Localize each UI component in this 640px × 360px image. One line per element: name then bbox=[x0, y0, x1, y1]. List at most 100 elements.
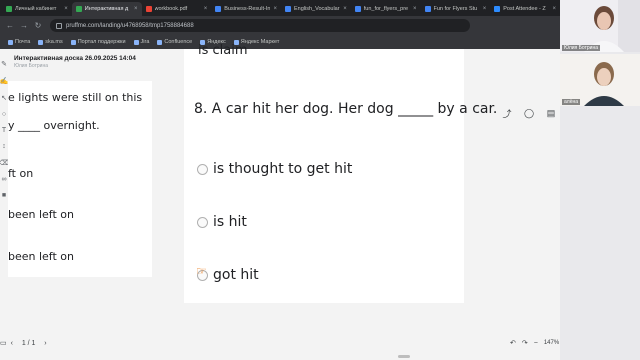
tab-favicon-icon bbox=[494, 6, 501, 12]
tab-label: Интерактивная д bbox=[84, 6, 129, 12]
participant-name: алёна bbox=[562, 99, 581, 105]
bookmark-item[interactable]: Jira bbox=[133, 39, 150, 45]
tab-close-icon[interactable]: × bbox=[413, 6, 417, 12]
link-icon[interactable]: ∞ bbox=[2, 176, 7, 183]
tab-close-icon[interactable]: × bbox=[343, 6, 347, 12]
pointer-off-icon[interactable]: ⤴ bbox=[500, 106, 514, 120]
page-navigator: ▭ ‹ 1 / 1 › bbox=[0, 337, 47, 349]
tab-close-icon[interactable]: × bbox=[134, 6, 138, 12]
bookmark-item[interactable]: Почта bbox=[8, 39, 30, 45]
delete-icon[interactable]: ■ bbox=[2, 192, 6, 199]
participant-name: Юлия Ботрина bbox=[562, 45, 600, 51]
bookmark-label: Confluence bbox=[164, 39, 193, 45]
tab-close-icon[interactable]: × bbox=[483, 6, 487, 12]
forward-icon[interactable]: → bbox=[20, 21, 28, 30]
tab-favicon-icon bbox=[424, 6, 431, 12]
tab-label: Личный кабинет bbox=[15, 6, 57, 12]
bookmark-label: Почта bbox=[15, 39, 31, 45]
tab-label: fun_for_flyers_pre bbox=[363, 6, 409, 12]
panel-line: e lights were still on this bbox=[8, 91, 143, 104]
tab-label: English_Vocabular bbox=[294, 6, 340, 12]
board-owner: Юлия Ботрина bbox=[14, 63, 48, 69]
option-label: is hit bbox=[213, 214, 247, 230]
browser-tab[interactable]: Личный кабинет × bbox=[2, 2, 72, 16]
tab-close-icon[interactable]: × bbox=[204, 6, 208, 12]
answer-option[interactable]: is hit bbox=[197, 214, 247, 230]
shape-icon[interactable]: ○ bbox=[2, 111, 6, 118]
bookmark-favicon-icon bbox=[133, 39, 139, 45]
tab-label: Post Attendee - Z bbox=[503, 6, 546, 12]
answer-option[interactable]: is thought to get hit bbox=[197, 161, 352, 177]
panel-option: been left on bbox=[8, 208, 74, 221]
zoom-out-icon[interactable]: − bbox=[534, 340, 538, 347]
back-icon[interactable]: ← bbox=[6, 21, 14, 30]
participant-video[interactable]: алёна bbox=[560, 54, 640, 106]
tab-label: Fun for Flyers Stu bbox=[433, 6, 478, 12]
left-tool-strip: ✎ ✍ ↖ ○ T ↕ ⌫ ∞ ■ bbox=[0, 60, 9, 315]
panel-line: y ____ overnight. bbox=[8, 119, 100, 132]
radio-button[interactable] bbox=[197, 216, 208, 228]
tab-close-icon[interactable]: × bbox=[64, 6, 68, 12]
tab-favicon-icon bbox=[354, 6, 361, 12]
radio-button[interactable] bbox=[197, 163, 208, 175]
columns-icon[interactable]: ▤ bbox=[544, 106, 558, 120]
browser-tab[interactable]: Интерактивная д × bbox=[71, 2, 142, 16]
headset-icon[interactable]: ◯ bbox=[522, 106, 536, 120]
prev-page-icon[interactable]: ‹ bbox=[11, 340, 13, 347]
site-info-icon[interactable] bbox=[56, 22, 62, 29]
bookmark-item[interactable]: Confluence bbox=[157, 39, 192, 45]
previous-question-panel: e lights were still on this y ____ overn… bbox=[8, 81, 152, 277]
browser-tab[interactable]: Post Attendee - Z × bbox=[490, 2, 560, 16]
cursor-icon[interactable]: ↖ bbox=[1, 94, 7, 102]
bookmark-label: Портал поддержки bbox=[77, 39, 126, 45]
bookmark-item[interactable]: ska.ms bbox=[38, 39, 63, 45]
undo-icon[interactable]: ↶ bbox=[510, 339, 516, 347]
browser-tab[interactable]: fun_for_flyers_pre × bbox=[351, 2, 421, 16]
question-text: 8. A car hit her dog. Her dog _____ by a… bbox=[194, 101, 498, 117]
text-icon[interactable]: T bbox=[2, 127, 6, 134]
board-title: Интерактивная доска 26.09.2025 14:04 bbox=[14, 55, 136, 62]
previous-option-text: is claim bbox=[198, 43, 248, 58]
next-page-icon[interactable]: › bbox=[44, 340, 46, 347]
option-label: is thought to get hit bbox=[213, 161, 353, 177]
question-card: is claim 8. A car hit her dog. Her dog _… bbox=[184, 43, 497, 303]
bookmark-label: ska.ms bbox=[45, 39, 63, 45]
url-text: pruffme.com/landing/u4768958/tmp17588846… bbox=[66, 22, 194, 29]
bookmark-favicon-icon bbox=[8, 39, 13, 45]
url-field[interactable]: pruffme.com/landing/u4768958/tmp17588846… bbox=[50, 19, 470, 32]
reload-icon[interactable]: ↻ bbox=[34, 21, 42, 30]
browser-tab[interactable]: English_Vocabular × bbox=[281, 2, 351, 16]
redo-icon[interactable]: ↷ bbox=[522, 339, 528, 347]
page-indicator: 1 / 1 bbox=[21, 339, 36, 347]
tab-favicon-icon bbox=[215, 6, 222, 12]
address-bar: ← → ↻ pruffme.com/landing/u4768958/tmp17… bbox=[0, 16, 560, 35]
browser-tab[interactable]: Business-Result-In × bbox=[211, 2, 281, 16]
bookmark-label: Jira bbox=[140, 39, 150, 45]
video-panel: Юлия Ботрина алёна bbox=[560, 0, 640, 360]
tab-close-icon[interactable]: × bbox=[273, 6, 277, 12]
tab-label: Business-Result-In bbox=[224, 6, 271, 12]
move-icon[interactable]: ↕ bbox=[2, 143, 6, 150]
zoom-level[interactable]: 147% bbox=[544, 340, 559, 346]
bookmarks-bar: Почта ska.ms Портал поддержки Jira Confluenc… bbox=[0, 35, 560, 49]
browser-tab[interactable]: workbook.pdf × bbox=[142, 2, 212, 16]
sidebar-toggle-icon[interactable]: ▭ bbox=[0, 339, 7, 347]
tab-favicon-icon bbox=[6, 6, 12, 12]
bookmark-favicon-icon bbox=[70, 39, 76, 45]
tab-close-icon[interactable]: × bbox=[552, 6, 556, 12]
tab-favicon-icon bbox=[75, 6, 82, 12]
tab-favicon-icon bbox=[145, 6, 152, 12]
browser-tab[interactable]: Fun for Flyers Stu × bbox=[421, 2, 491, 16]
panel-option: ft on bbox=[8, 167, 34, 180]
pen-icon[interactable]: ✎ bbox=[1, 60, 7, 68]
bookmark-item[interactable]: Портал поддержки bbox=[70, 39, 126, 45]
option-label: got hit bbox=[213, 267, 259, 283]
hand-cursor-icon: ☞ bbox=[196, 264, 207, 278]
horizontal-scrollbar[interactable] bbox=[398, 355, 410, 358]
bookmark-favicon-icon bbox=[157, 39, 163, 45]
tab-favicon-icon bbox=[285, 6, 291, 12]
participant-video[interactable]: Юлия Ботрина bbox=[560, 0, 640, 52]
tab-label: workbook.pdf bbox=[154, 6, 188, 12]
browser-tab-bar: Личный кабинет × Интерактивная д × workbook.… bbox=[0, 0, 560, 16]
bookmark-favicon-icon bbox=[38, 39, 44, 45]
